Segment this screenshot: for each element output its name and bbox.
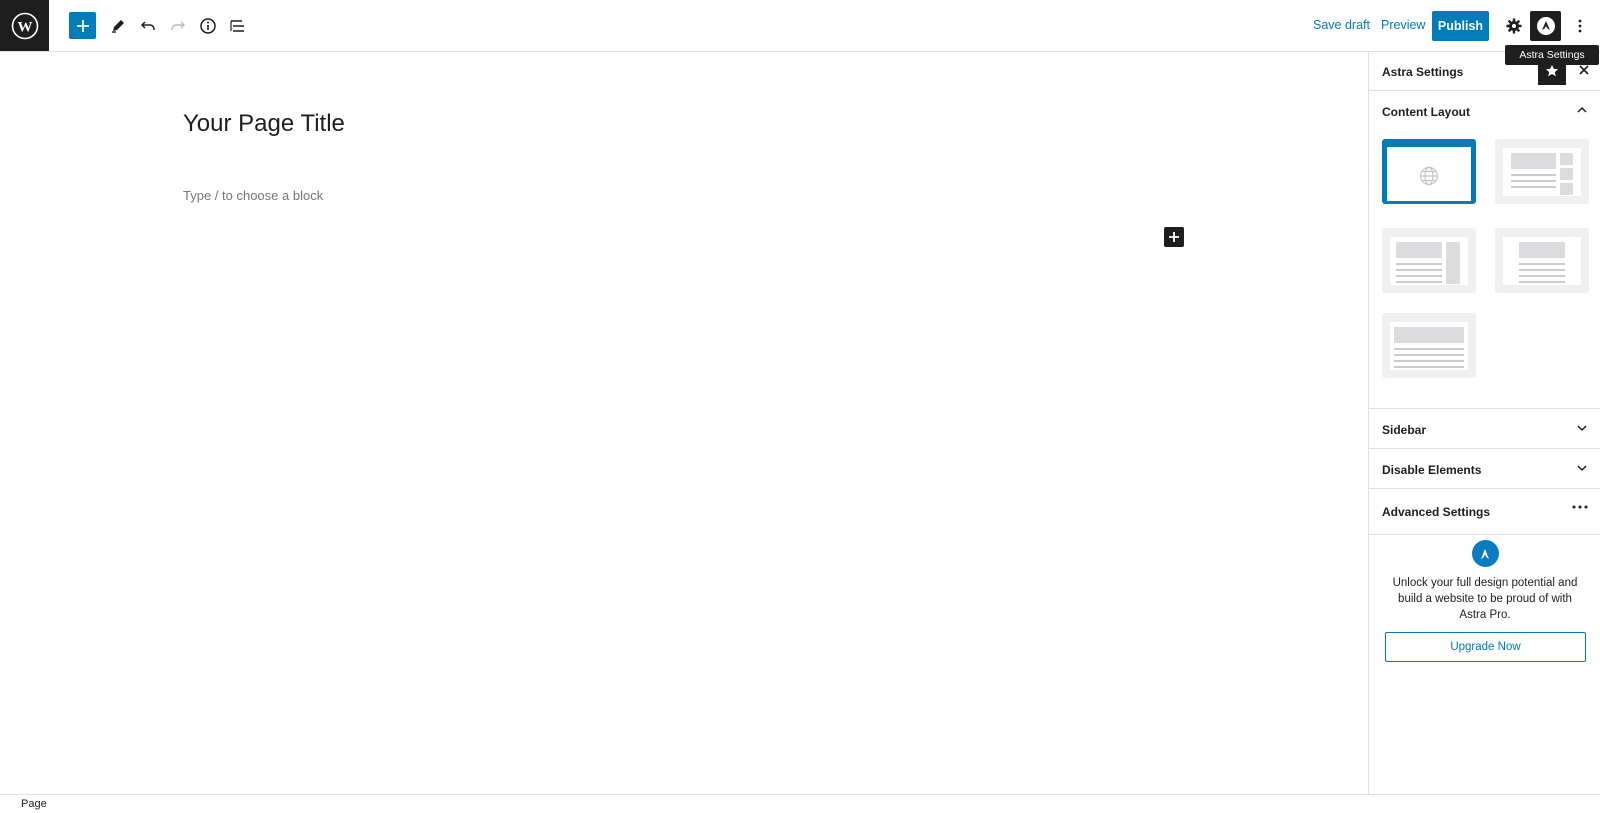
pencil-icon (111, 19, 124, 33)
promo-text: Unlock your full design potential and bu… (1392, 577, 1578, 621)
chevron-down-icon (1577, 465, 1587, 472)
add-block-button[interactable] (69, 12, 96, 39)
page-title[interactable]: Your Page Title (183, 110, 345, 138)
advanced-settings-label: Advanced Settings (1382, 505, 1491, 519)
layout-option-full-width-contained[interactable] (1495, 228, 1589, 293)
astra-settings-sidebar: Astra Settings Content Layout Sidebar Di… (1368, 52, 1600, 794)
disable-elements-label: Disable Elements (1382, 463, 1482, 477)
block-breadcrumb-bar: Page (0, 794, 1600, 813)
astra-logo-icon (1536, 17, 1555, 35)
content-layout-toggle[interactable]: Content Layout (1382, 105, 1470, 119)
more-horizontal-icon[interactable] (1572, 504, 1588, 510)
details-button[interactable] (194, 12, 221, 39)
breadcrumb-page[interactable]: Page (21, 798, 47, 810)
sidebar-title: Astra Settings (1382, 65, 1464, 79)
upgrade-now-button[interactable]: Upgrade Now (1385, 632, 1586, 662)
layout-option-boxed[interactable] (1495, 139, 1589, 204)
svg-text:W: W (17, 19, 32, 35)
sidebar-panel[interactable]: Sidebar (1369, 409, 1600, 449)
plus-icon (1169, 232, 1179, 242)
editor-canvas: Your Page Title Type / to choose a block (0, 52, 1368, 794)
info-icon (199, 17, 216, 34)
close-icon (1579, 65, 1589, 75)
chevron-up-icon[interactable] (1576, 104, 1588, 116)
disable-elements-panel[interactable]: Disable Elements (1369, 449, 1600, 489)
gear-icon (1506, 18, 1521, 33)
chevron-down-icon (1577, 425, 1587, 432)
astra-settings-tooltip: Astra Settings (1505, 45, 1599, 65)
undo-button[interactable] (134, 12, 161, 39)
layout-option-content-boxed[interactable] (1382, 228, 1476, 293)
settings-button[interactable] (1500, 12, 1527, 39)
redo-button[interactable] (164, 12, 191, 39)
wordpress-logo-button[interactable]: W (0, 0, 49, 51)
layout-option-default[interactable] (1382, 139, 1476, 204)
list-view-button[interactable] (224, 12, 251, 39)
wordpress-icon: W (11, 12, 38, 39)
list-view-icon (229, 19, 244, 32)
more-options-button[interactable] (1566, 12, 1593, 39)
astra-pro-promo: Unlock your full design potential and bu… (1369, 540, 1600, 662)
layout-option-full-width-stretched[interactable] (1382, 313, 1476, 378)
sidebar-panel-label: Sidebar (1382, 423, 1427, 437)
tools-button[interactable] (104, 12, 131, 39)
redo-icon (170, 20, 185, 30)
preview-button[interactable]: Preview (1381, 18, 1425, 32)
publish-button[interactable]: Publish (1432, 11, 1489, 41)
block-placeholder[interactable]: Type / to choose a block (183, 188, 323, 203)
astra-settings-button[interactable] (1530, 11, 1561, 41)
content-layout-panel: Content Layout (1369, 91, 1600, 409)
undo-icon (140, 20, 155, 30)
editor-header: W Save draft Preview Publish (0, 0, 1600, 52)
inline-add-block-button[interactable] (1164, 227, 1184, 247)
globe-icon (1419, 166, 1439, 186)
star-icon (1546, 65, 1558, 77)
save-draft-button[interactable]: Save draft (1313, 18, 1370, 32)
plus-icon (76, 19, 89, 32)
astra-logo-icon (1471, 540, 1499, 567)
more-vertical-icon (1578, 19, 1581, 32)
advanced-settings-panel[interactable]: Advanced Settings (1369, 489, 1600, 535)
